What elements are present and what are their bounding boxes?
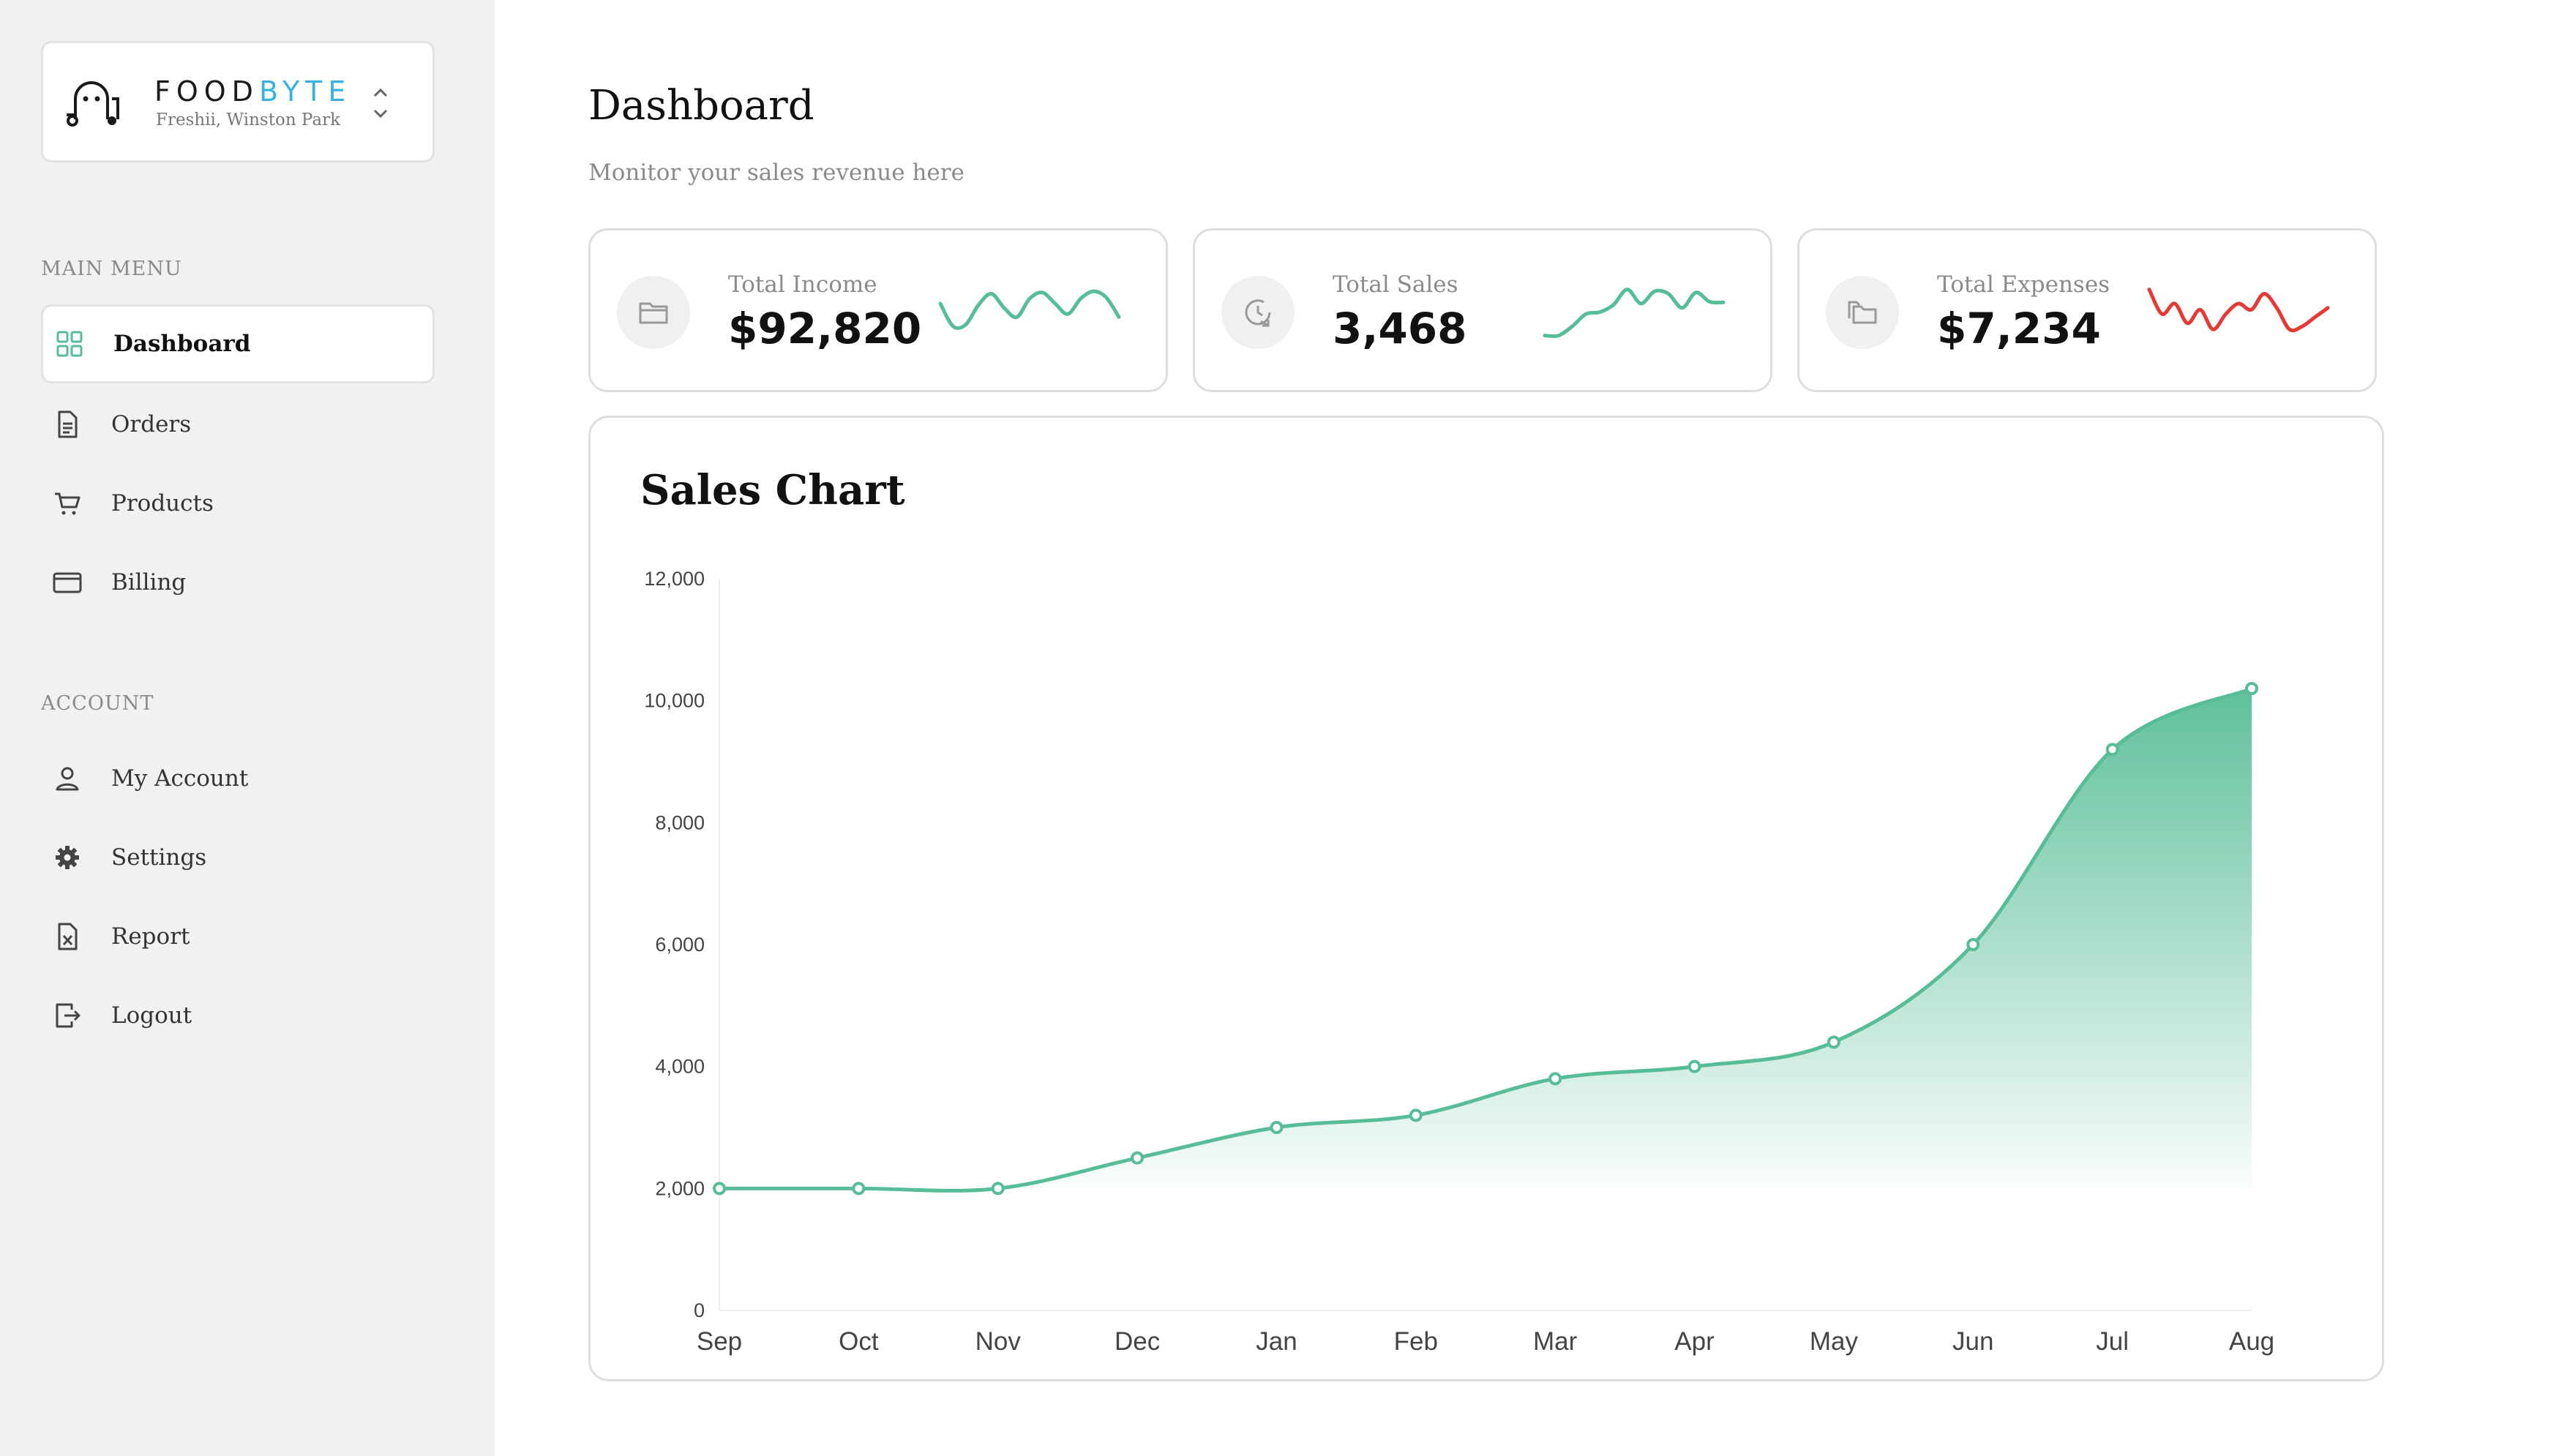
- x-tick-label: Nov: [975, 1327, 1022, 1356]
- sparkline-line: [938, 289, 1121, 331]
- sidebar-item-label: Products: [111, 490, 214, 517]
- data-point[interactable]: [852, 1182, 866, 1196]
- account-label: ACCOUNT: [41, 692, 154, 715]
- x-tick-label: Jul: [2096, 1327, 2129, 1356]
- data-point[interactable]: [2245, 682, 2258, 695]
- stat-card-income[interactable]: Total Income $92,820: [588, 228, 1168, 392]
- x-tick-label: Sep: [697, 1327, 742, 1356]
- x-tick-label: Oct: [839, 1327, 879, 1356]
- sidebar-item-label: Settings: [111, 844, 207, 871]
- sidebar-item-report[interactable]: Report: [41, 897, 435, 976]
- series-area: [719, 688, 2252, 1191]
- y-tick-label: 0: [694, 1299, 705, 1321]
- folder-icon: [617, 276, 690, 349]
- x-tick-label: May: [1810, 1327, 1859, 1356]
- stat-value: $92,820: [728, 304, 922, 353]
- data-point[interactable]: [1548, 1072, 1562, 1086]
- data-point[interactable]: [1966, 938, 1980, 951]
- clock-arrow-icon: [1221, 276, 1295, 349]
- sales-chart-card: Sales Chart 0 2,000 4,000 6,000 8,000 10,000 1…: [588, 416, 2384, 1381]
- y-tick-label: 6,000: [655, 934, 705, 956]
- sidebar-item-dashboard[interactable]: Dashboard: [41, 304, 435, 383]
- data-point[interactable]: [1131, 1151, 1145, 1165]
- x-tick-label: Jun: [1952, 1327, 1993, 1356]
- brand-name: FOODBYTE: [154, 75, 352, 108]
- folders-icon: [1826, 276, 1899, 349]
- store-switcher[interactable]: FOODBYTE Freshii, Winston Park: [41, 41, 435, 162]
- user-icon: [56, 767, 79, 791]
- data-point[interactable]: [1687, 1059, 1701, 1073]
- sidebar-item-products[interactable]: Products: [41, 464, 435, 543]
- y-tick-label: 4,000: [655, 1056, 705, 1078]
- data-point[interactable]: [1827, 1035, 1840, 1049]
- y-tick-label: 2,000: [655, 1177, 705, 1199]
- sidebar-item-label: Orders: [111, 411, 192, 438]
- chevron-up-down-icon[interactable]: [370, 74, 392, 132]
- sidebar-item-label: Logout: [111, 1002, 192, 1029]
- y-tick-label: 10,000: [644, 690, 705, 712]
- logout-icon: [56, 1003, 80, 1028]
- sparkline: [2147, 288, 2330, 333]
- x-tick-label: Dec: [1115, 1327, 1160, 1356]
- stat-label: Total Expenses: [1937, 271, 2110, 298]
- sidebar-item-billing[interactable]: Billing: [41, 543, 435, 622]
- document-icon: [58, 410, 78, 438]
- stat-label: Total Income: [728, 271, 877, 298]
- x-tick-label: Jan: [1256, 1327, 1297, 1356]
- y-tick-label: 8,000: [655, 811, 705, 833]
- brand-location: Freshii, Winston Park: [156, 110, 341, 130]
- x-tick-label: Mar: [1533, 1327, 1578, 1356]
- page-title: Dashboard: [588, 82, 814, 130]
- sidebar-item-settings[interactable]: Settings: [41, 818, 435, 897]
- page-subtitle: Monitor your sales revenue here: [588, 160, 964, 186]
- cart-icon: [55, 492, 80, 515]
- stat-value: 3,468: [1333, 304, 1467, 353]
- spreadsheet-icon: [58, 923, 78, 950]
- sidebar-item-my-account[interactable]: My Account: [41, 739, 435, 818]
- grid-icon: [56, 331, 83, 357]
- data-point[interactable]: [1270, 1121, 1284, 1134]
- sidebar-item-label: Dashboard: [113, 331, 251, 357]
- sidebar-item-label: Report: [111, 923, 190, 950]
- stat-card-sales[interactable]: Total Sales 3,468: [1193, 228, 1772, 392]
- x-tick-label: Aug: [2229, 1327, 2274, 1356]
- credit-card-icon: [53, 572, 82, 593]
- sidebar-item-label: My Account: [111, 765, 249, 792]
- data-point[interactable]: [713, 1182, 726, 1196]
- ghost-truck-logo: [67, 81, 119, 127]
- sales-chart[interactable]: 0 2,000 4,000 6,000 8,000 10,000 12,000 Sep Oct N…: [591, 418, 2382, 1379]
- sidebar-item-label: Billing: [111, 569, 187, 596]
- y-tick-label: 12,000: [644, 568, 705, 590]
- sparkline-line: [2147, 288, 2330, 333]
- stat-label: Total Sales: [1333, 271, 1458, 298]
- x-tick-label: Feb: [1394, 1327, 1438, 1356]
- sparkline: [938, 289, 1121, 331]
- sparkline: [1543, 288, 1726, 339]
- data-point[interactable]: [991, 1182, 1005, 1196]
- sparkline-line: [1543, 288, 1726, 339]
- sidebar: FOODBYTE Freshii, Winston Park MAIN MENU…: [0, 0, 495, 1456]
- sidebar-item-orders[interactable]: Orders: [41, 385, 435, 464]
- main-menu-label: MAIN MENU: [41, 258, 182, 280]
- data-point[interactable]: [2105, 743, 2119, 757]
- x-tick-label: Apr: [1674, 1327, 1715, 1356]
- gear-icon: [56, 846, 79, 869]
- data-point[interactable]: [1409, 1108, 1423, 1122]
- stat-value: $7,234: [1937, 304, 2101, 353]
- stat-card-expenses[interactable]: Total Expenses $7,234: [1797, 228, 2377, 392]
- sidebar-item-logout[interactable]: Logout: [41, 976, 435, 1055]
